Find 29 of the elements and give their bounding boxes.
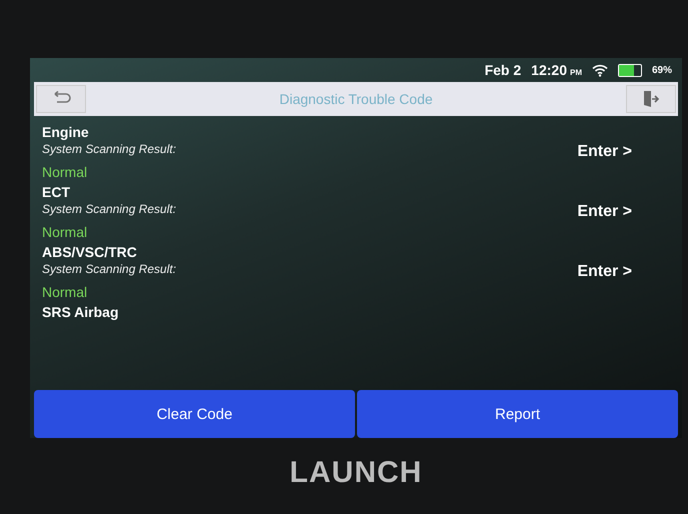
scan-result-value: Normal [42,224,88,240]
enter-link[interactable]: Enter > [577,143,632,161]
battery-icon [618,64,642,76]
status-date: Feb 2 [484,62,522,78]
scan-result-label: System Scanning Result: [42,262,176,276]
action-button[interactable]: Report [357,390,678,438]
system-name: ABS/VSC/TRC [42,244,138,260]
brand-logo: LAUNCH [290,456,422,490]
exit-button[interactable] [626,85,676,113]
status-time: 12:20 PM [531,62,582,78]
scan-result-label: System Scanning Result: [42,202,176,216]
system-row[interactable]: ABS/VSC/TRC System Scanning Result: Normal Enter > [42,244,672,300]
enter-link[interactable]: Enter > [577,203,632,221]
page-title: Diagnostic Trouble Code [279,91,433,107]
battery-percent: 69% [652,64,672,76]
scan-result-value: Normal [42,164,88,180]
wifi-icon [592,64,608,76]
system-name: SRS Airbag [42,304,118,320]
scan-result-value: Normal [42,284,88,300]
action-button[interactable]: Clear Code [34,390,355,438]
system-name: ECT [42,184,71,200]
system-name: Engine [42,124,90,140]
system-row[interactable]: SRS Airbag [42,304,672,320]
back-button[interactable] [36,85,86,113]
system-row[interactable]: ECT System Scanning Result: Normal Enter > [42,184,672,240]
enter-link[interactable]: Enter > [577,263,632,281]
scan-result-label: System Scanning Result: [42,142,176,156]
system-row[interactable]: Engine System Scanning Result: Normal Enter > [42,124,672,180]
exit-door-icon [642,90,660,108]
